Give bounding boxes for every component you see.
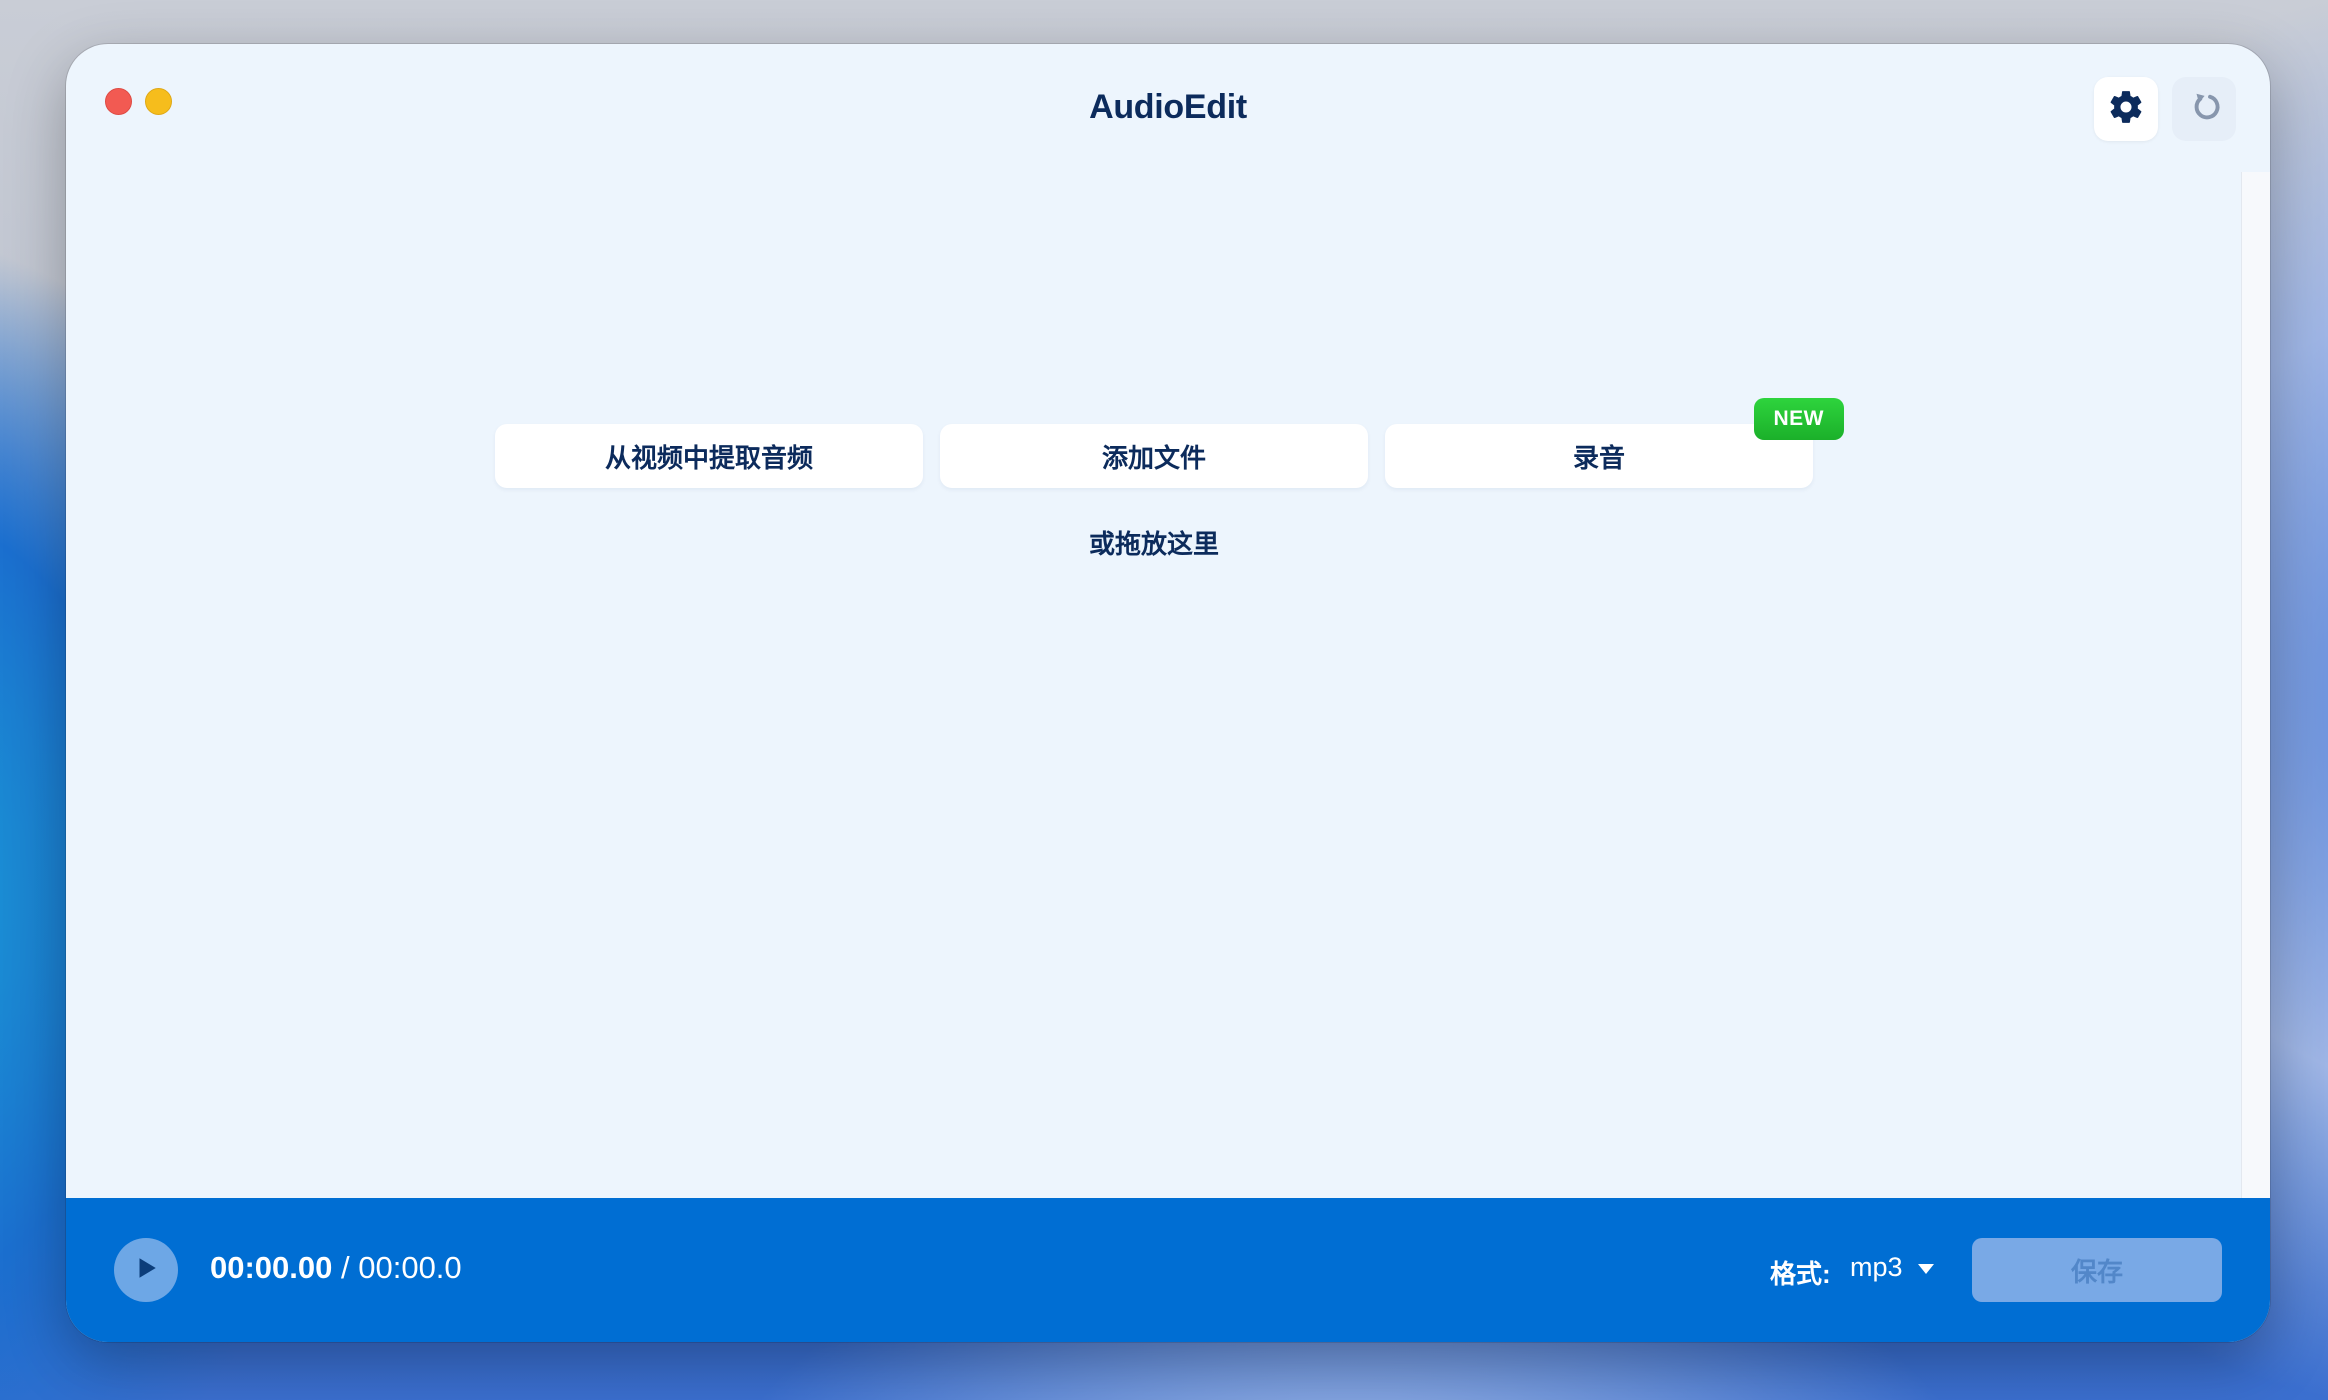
record-label: 录音 — [1572, 442, 1625, 473]
scrollbar-track[interactable] — [2241, 172, 2270, 1242]
add-file-button[interactable]: 添加文件 — [940, 424, 1368, 488]
app-window: AudioEdit 从视频中提取音频 添加文件 录音 NEW 或拖放这里 00:… — [66, 44, 2270, 1342]
undo-icon — [2186, 89, 2222, 130]
format-value: mp3 — [1850, 1252, 1903, 1282]
extract-audio-label: 从视频中提取音频 — [604, 442, 813, 473]
play-icon — [133, 1255, 159, 1286]
save-button[interactable]: 保存 — [1972, 1238, 2222, 1302]
time-separator: / — [332, 1250, 359, 1285]
format-dropdown[interactable]: mp3 — [1850, 1252, 1935, 1283]
drop-zone-hint: 或拖放这里 — [1088, 529, 1219, 559]
record-button[interactable]: 录音 NEW — [1385, 398, 1844, 488]
reset-button[interactable] — [2172, 77, 2236, 141]
gear-icon — [2107, 88, 2145, 131]
play-button[interactable] — [114, 1238, 178, 1302]
app-title: AudioEdit — [1089, 88, 1247, 126]
chevron-down-icon — [1917, 1252, 1935, 1283]
unused — [1094, 77, 1158, 141]
action-buttons: 从视频中提取音频 添加文件 录音 NEW — [495, 398, 1844, 488]
add-file-label: 添加文件 — [1101, 442, 1206, 473]
new-badge: NEW — [1753, 398, 1844, 440]
format-label: 格式: — [1770, 1259, 1831, 1289]
extract-audio-from-video-button[interactable]: 从视频中提取音频 — [495, 424, 923, 488]
playback-time: 00:00.00 / 00:00.0 — [210, 1250, 462, 1286]
player-bar: 00:00.00 / 00:00.0 格式: mp3 保存 — [66, 1198, 2270, 1342]
settings-button[interactable] — [2094, 77, 2158, 141]
current-time: 00:00.00 — [210, 1250, 333, 1285]
total-time: 00:00.0 — [358, 1250, 462, 1285]
